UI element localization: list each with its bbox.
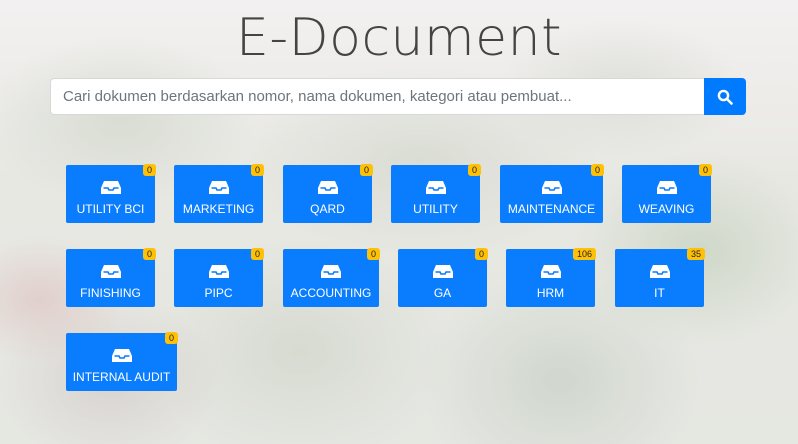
category-tile-finishing[interactable]: 0 FINISHING bbox=[66, 248, 156, 307]
count-badge: 0 bbox=[164, 332, 178, 344]
inbox-icon bbox=[541, 181, 562, 194]
inbox-icon bbox=[656, 181, 677, 194]
search-button[interactable] bbox=[704, 78, 746, 115]
count-badge: 0 bbox=[142, 164, 156, 176]
category-tile-internal-audit[interactable]: 0 INTERNAL AUDIT bbox=[66, 332, 178, 391]
count-badge: 0 bbox=[142, 248, 156, 260]
count-badge: 0 bbox=[359, 164, 373, 176]
inbox-icon bbox=[540, 265, 561, 278]
search-bar bbox=[50, 78, 746, 115]
count-badge: 0 bbox=[250, 164, 264, 176]
page-title: E-Document bbox=[235, 8, 562, 68]
category-tile-it[interactable]: 35 IT bbox=[615, 248, 705, 307]
category-tile-pipc[interactable]: 0 PIPC bbox=[174, 248, 264, 307]
inbox-icon bbox=[649, 265, 670, 278]
category-tile-hrm[interactable]: 106 HRM bbox=[506, 248, 596, 307]
category-tile-ga[interactable]: 0 GA bbox=[398, 248, 488, 307]
category-label: MAINTENANCE bbox=[507, 202, 596, 216]
category-label: IT bbox=[654, 286, 665, 300]
inbox-icon bbox=[100, 265, 121, 278]
inbox-icon bbox=[208, 265, 229, 278]
count-badge: 0 bbox=[698, 164, 712, 176]
inbox-icon bbox=[208, 181, 229, 194]
inbox-icon bbox=[432, 265, 453, 278]
count-badge: 0 bbox=[366, 248, 380, 260]
category-label: WEAVING bbox=[638, 202, 695, 216]
count-badge: 0 bbox=[590, 164, 604, 176]
inbox-icon bbox=[317, 181, 338, 194]
category-tile-utility[interactable]: 0 UTILITY bbox=[391, 164, 481, 223]
category-label: MARKETING bbox=[182, 202, 255, 216]
category-label: HRM bbox=[536, 286, 565, 300]
category-tile-utility-bci[interactable]: 0 UTILITY BCI bbox=[66, 164, 156, 223]
count-badge: 0 bbox=[467, 164, 481, 176]
count-badge: 0 bbox=[474, 248, 488, 260]
category-label: UTILITY BCI bbox=[76, 202, 145, 216]
category-label: GA bbox=[433, 286, 452, 300]
category-label: UTILITY bbox=[413, 202, 458, 216]
category-tile-weaving[interactable]: 0 WEAVING bbox=[622, 164, 712, 223]
count-badge: 35 bbox=[686, 248, 705, 260]
count-badge: 0 bbox=[250, 248, 264, 260]
count-badge: 106 bbox=[572, 248, 596, 260]
inbox-icon bbox=[425, 181, 446, 194]
category-tile-marketing[interactable]: 0 MARKETING bbox=[174, 164, 264, 223]
category-label: PIPC bbox=[204, 286, 233, 300]
category-label: ACCOUNTING bbox=[290, 286, 372, 300]
category-tile-qard[interactable]: 0 QARD bbox=[283, 164, 373, 223]
category-label: INTERNAL AUDIT bbox=[72, 370, 171, 384]
search-input[interactable] bbox=[50, 78, 704, 115]
inbox-icon bbox=[100, 181, 121, 194]
search-icon bbox=[717, 89, 733, 105]
category-tile-accounting[interactable]: 0 ACCOUNTING bbox=[283, 248, 380, 307]
inbox-icon bbox=[111, 349, 132, 362]
inbox-icon bbox=[321, 265, 341, 278]
category-label: QARD bbox=[310, 202, 345, 216]
category-label: FINISHING bbox=[80, 286, 141, 300]
category-tile-maintenance[interactable]: 0 MAINTENANCE bbox=[500, 164, 604, 223]
